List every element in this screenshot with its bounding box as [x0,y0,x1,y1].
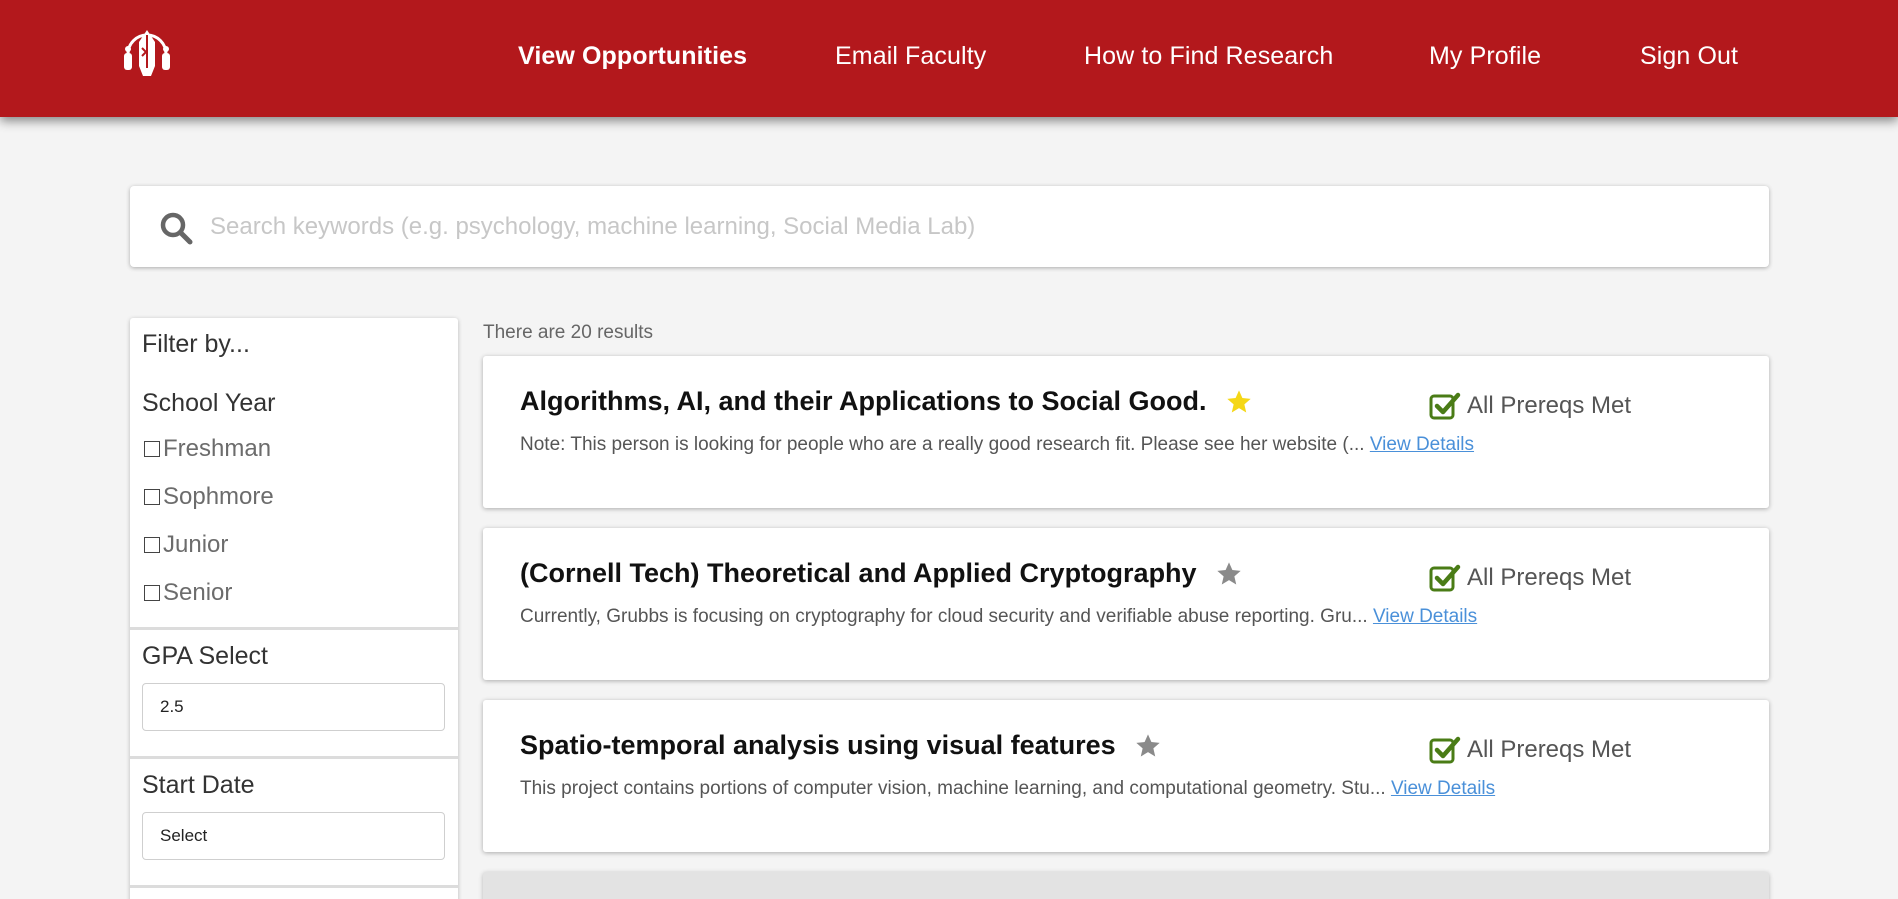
result-title-text: Algorithms, AI, and their Applications t… [520,386,1207,416]
checkbox-icon[interactable] [144,585,160,601]
top-nav-bar: View Opportunities Email Faculty How to … [0,0,1898,117]
nav-sign-out[interactable]: Sign Out [1640,42,1738,71]
checkbox-label: Junior [163,531,229,558]
filter-sidebar: Filter by... School Year Freshman Sophmo… [130,318,458,899]
divider [130,885,458,888]
school-year-title: School Year [142,389,276,417]
checkbox-label: Sophmore [163,483,274,510]
prereq-label: All Prereqs Met [1467,736,1632,763]
checkbox-label: Freshman [163,435,272,462]
star-icon[interactable] [1134,732,1162,760]
view-details-link[interactable]: View Details [1373,606,1477,627]
result-description: Currently, Grubbs is focusing on cryptog… [520,606,1477,628]
prereq-status: All Prereqs Met [1429,562,1631,594]
star-icon[interactable] [1225,388,1253,416]
prereq-status: All Prereqs Met [1429,734,1631,766]
result-title[interactable]: (Cornell Tech) Theoretical and Applied C… [520,558,1243,589]
results-count: There are 20 results [483,322,654,343]
result-description-text: Note: This person is looking for people … [520,434,1365,455]
checkbox-junior[interactable]: Junior [144,528,228,562]
logo-icon[interactable] [120,24,174,78]
prereq-status: All Prereqs Met [1429,390,1631,422]
result-description-text: This project contains portions of comput… [520,778,1386,799]
result-title[interactable]: Spatio-temporal analysis using visual fe… [520,730,1162,761]
gpa-select-title: GPA Select [142,642,268,670]
checkbox-icon[interactable] [144,537,160,553]
prereq-label: All Prereqs Met [1467,392,1632,419]
checkbox-checked-icon [1429,564,1461,592]
view-details-link[interactable]: View Details [1370,434,1474,455]
star-icon[interactable] [1215,560,1243,588]
divider [130,756,458,759]
prereq-label: All Prereqs Met [1467,564,1632,591]
nav-view-opportunities[interactable]: View Opportunities [518,42,747,71]
result-card-loading [483,872,1769,899]
result-description: This project contains portions of comput… [520,778,1495,800]
divider [130,627,458,630]
result-description-text: Currently, Grubbs is focusing on cryptog… [520,606,1368,627]
checkbox-checked-icon [1429,736,1461,764]
search-bar [130,186,1769,267]
view-details-link[interactable]: View Details [1391,778,1495,799]
result-description: Note: This person is looking for people … [520,434,1474,456]
checkbox-freshman[interactable]: Freshman [144,432,271,466]
checkbox-icon[interactable] [144,489,160,505]
checkbox-label: Senior [163,579,233,606]
gpa-select-input[interactable]: 2.5 [142,683,445,731]
checkbox-checked-icon [1429,392,1461,420]
result-title[interactable]: Algorithms, AI, and their Applications t… [520,386,1253,417]
nav-email-faculty[interactable]: Email Faculty [835,42,986,71]
filter-title: Filter by... [142,330,250,358]
result-title-text: (Cornell Tech) Theoretical and Applied C… [520,558,1197,588]
checkbox-sophmore[interactable]: Sophmore [144,480,274,514]
start-date-title: Start Date [142,771,255,799]
result-card: Spatio-temporal analysis using visual fe… [483,700,1769,852]
result-card: Algorithms, AI, and their Applications t… [483,356,1769,508]
checkbox-icon[interactable] [144,441,160,457]
checkbox-senior[interactable]: Senior [144,576,232,610]
nav-how-to-find-research[interactable]: How to Find Research [1084,42,1333,71]
search-icon[interactable] [158,210,194,246]
result-card: (Cornell Tech) Theoretical and Applied C… [483,528,1769,680]
start-date-select[interactable]: Select [142,812,445,860]
search-input[interactable] [210,186,1740,267]
result-title-text: Spatio-temporal analysis using visual fe… [520,730,1116,760]
nav-my-profile[interactable]: My Profile [1429,42,1541,71]
